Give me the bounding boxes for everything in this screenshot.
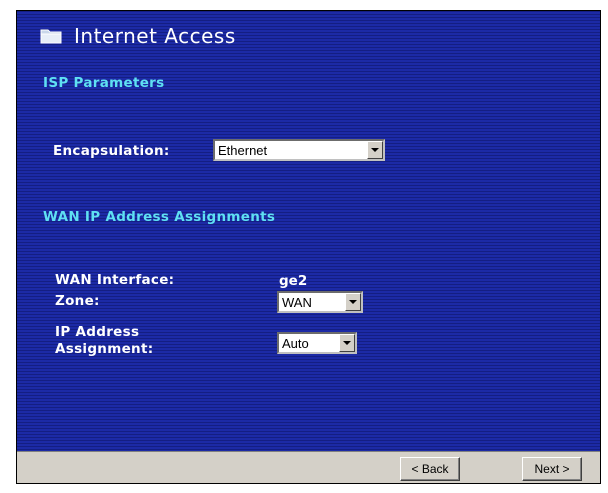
- ip-assignment-select[interactable]: Auto: [277, 332, 357, 354]
- wan-ip-heading: WAN IP Address Assignments: [43, 209, 276, 225]
- wan-interface-label: WAN Interface:: [55, 272, 175, 288]
- isp-parameters-heading: ISP Parameters: [43, 75, 165, 91]
- chevron-down-icon[interactable]: [339, 334, 355, 352]
- main-panel: Internet Access ISP Parameters Encapsula…: [17, 11, 600, 451]
- encapsulation-label: Encapsulation:: [53, 143, 170, 159]
- zone-label: Zone:: [55, 293, 100, 309]
- page-title: Internet Access: [74, 24, 236, 48]
- back-button[interactable]: < Back: [400, 457, 460, 481]
- zone-select[interactable]: WAN: [277, 291, 363, 313]
- chevron-down-icon[interactable]: [345, 293, 361, 311]
- ip-assignment-select-value: Auto: [282, 335, 309, 351]
- chevron-down-icon[interactable]: [367, 141, 383, 159]
- ip-assignment-label-line1: IP Address: [55, 324, 140, 340]
- wan-interface-value: ge2: [279, 273, 308, 289]
- title-bar: Internet Access: [40, 23, 236, 49]
- encapsulation-select-value: Ethernet: [218, 142, 268, 158]
- zone-select-value: WAN: [282, 294, 312, 310]
- next-button[interactable]: Next >: [522, 457, 582, 481]
- encapsulation-select[interactable]: Ethernet: [213, 139, 385, 161]
- folder-icon: [40, 27, 62, 45]
- footer-bar: < Back Next >: [17, 451, 600, 483]
- wizard-window: Internet Access ISP Parameters Encapsula…: [16, 10, 601, 484]
- ip-assignment-label-line2: Assignment:: [55, 341, 154, 357]
